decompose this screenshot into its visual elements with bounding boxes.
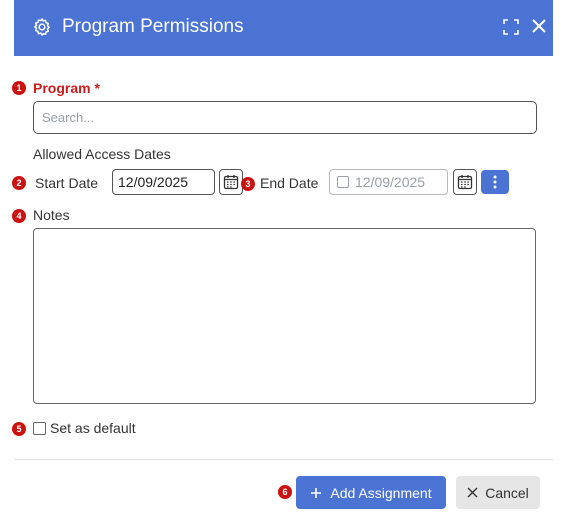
more-vertical-icon	[493, 175, 497, 189]
date-options-menu-button[interactable]	[481, 170, 509, 194]
footer-divider	[14, 459, 553, 460]
end-date-label: End Date	[260, 175, 319, 191]
calendar-icon	[457, 175, 473, 190]
notes-textarea[interactable]	[33, 228, 536, 404]
add-assignment-label: Add Assignment	[330, 484, 432, 501]
close-icon[interactable]	[530, 17, 548, 35]
settings-gear-icon	[33, 17, 51, 37]
add-assignment-button[interactable]: Add Assignment	[296, 476, 446, 509]
step-badge-3: 3	[241, 177, 255, 191]
dialog-title: Program Permissions	[62, 16, 244, 37]
set-default-label: Set as default	[50, 420, 136, 436]
step-badge-1: 1	[12, 81, 26, 95]
end-date-value: 12/09/2025	[355, 174, 426, 190]
cancel-button[interactable]: Cancel	[456, 476, 540, 509]
cancel-label: Cancel	[485, 484, 529, 501]
program-search-input[interactable]: Search...	[33, 101, 537, 134]
step-badge-4: 4	[12, 209, 26, 223]
program-permissions-dialog: Program Permissions 1 Program * Search..…	[0, 0, 563, 516]
end-date-input[interactable]: 12/09/2025	[329, 169, 448, 195]
end-date-calendar-button[interactable]	[453, 169, 477, 195]
x-icon	[467, 487, 478, 498]
step-badge-5: 5	[12, 422, 26, 436]
calendar-icon	[223, 175, 239, 190]
step-badge-6: 6	[278, 485, 292, 499]
access-dates-heading: Allowed Access Dates	[33, 146, 171, 162]
set-default-checkbox[interactable]	[33, 422, 46, 435]
step-badge-2: 2	[12, 176, 26, 190]
start-date-label: Start Date	[35, 175, 99, 191]
end-date-enable-checkbox[interactable]	[337, 176, 349, 188]
start-date-calendar-button[interactable]	[219, 169, 243, 195]
notes-label: Notes	[33, 207, 70, 223]
program-label: Program *	[33, 80, 100, 96]
plus-icon	[311, 487, 322, 498]
maximize-icon[interactable]	[503, 19, 519, 35]
start-date-input[interactable]: 12/09/2025	[112, 169, 215, 195]
dialog-titlebar: Program Permissions	[14, 0, 553, 56]
